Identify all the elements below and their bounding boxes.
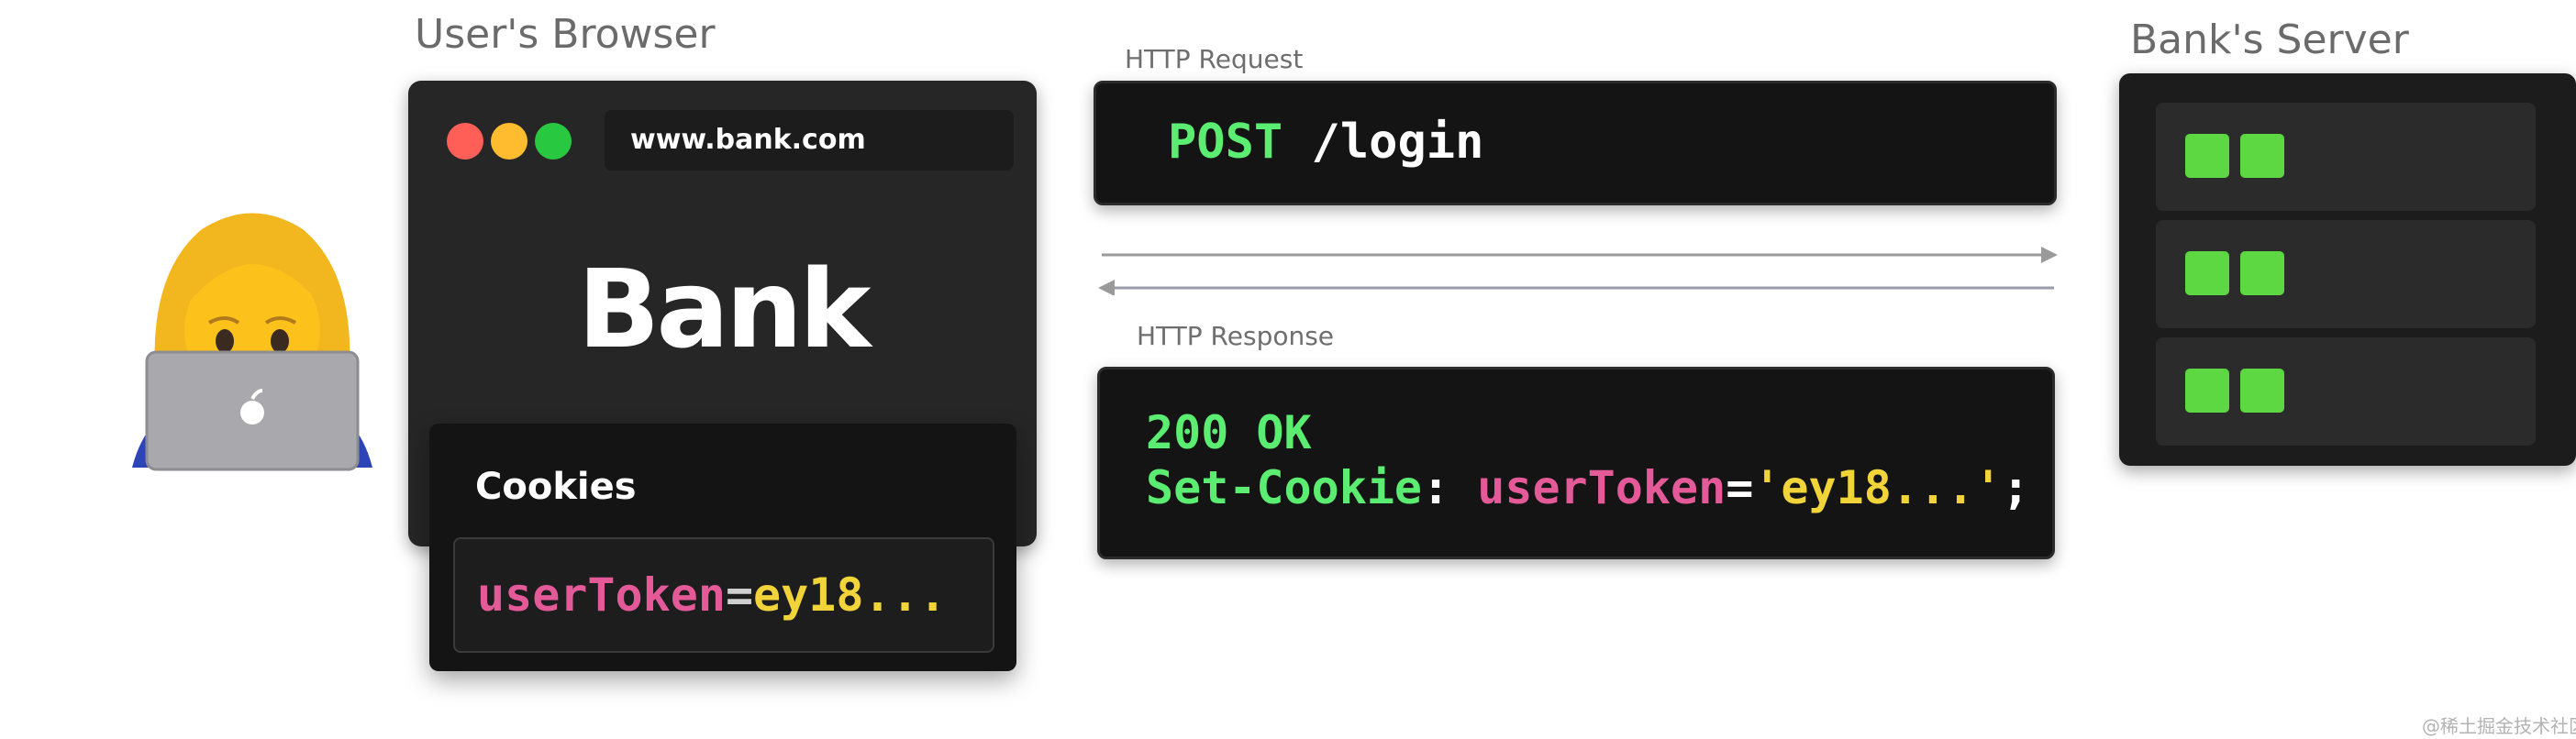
- cookies-panel: Cookies userToken=ey18...: [429, 424, 1016, 671]
- http-response-label: HTTP Response: [1137, 321, 1335, 351]
- cookie-entry: userToken=ey18...: [453, 537, 994, 653]
- response-arrowhead: [1098, 280, 1115, 295]
- server-led: [2185, 369, 2229, 413]
- server-led: [2185, 134, 2229, 178]
- server-led: [2240, 251, 2284, 295]
- response-header-colon: :: [1422, 461, 1450, 514]
- request-response-arrows: [1098, 247, 2058, 295]
- http-request-label: HTTP Request: [1125, 44, 1304, 74]
- response-status: 200 OK: [1146, 406, 1312, 459]
- cookie-value: ey18...: [753, 568, 947, 622]
- close-window-dot[interactable]: [447, 123, 483, 160]
- request-method: POST: [1168, 115, 1283, 170]
- request-arrowhead: [2041, 247, 2058, 263]
- server-rack: [2156, 220, 2536, 328]
- response-header-line: Set-Cookie: userToken='ey18...';: [1146, 461, 2029, 514]
- response-header-name: Set-Cookie: [1146, 461, 1423, 514]
- browser-title: User's Browser: [415, 11, 716, 58]
- server-led: [2240, 369, 2284, 413]
- watermark: @稀土掘金技术社区: [2422, 715, 2576, 737]
- maximize-window-dot[interactable]: [535, 123, 572, 160]
- response-cookie-key: userToken: [1477, 461, 1727, 514]
- woman-technologist-icon: [132, 213, 372, 471]
- server-led: [2240, 134, 2284, 178]
- server-led: [2185, 251, 2229, 295]
- cookie-text: userToken=ey18...: [477, 568, 947, 622]
- server-rack: [2156, 103, 2536, 211]
- bank-logo: Bank: [577, 246, 871, 372]
- server-title: Bank's Server: [2130, 17, 2409, 63]
- minimize-window-dot[interactable]: [491, 123, 527, 160]
- request-path: /login: [1311, 115, 1484, 170]
- http-request-box: POST /login: [1094, 81, 2057, 205]
- server-rack: [2156, 337, 2536, 446]
- cookies-title: Cookies: [475, 466, 637, 508]
- response-semicolon: ;: [2002, 461, 2030, 514]
- address-bar[interactable]: www.bank.com: [605, 110, 1014, 171]
- bank-server: [2119, 73, 2576, 466]
- http-response-box: 200 OK Set-Cookie: userToken='ey18...';: [1097, 367, 2055, 559]
- cookie-equals: =: [725, 568, 754, 622]
- cookie-key: userToken: [477, 568, 726, 622]
- response-equals: =: [1726, 461, 1754, 514]
- response-cookie-value: 'ey18...': [1753, 461, 2003, 514]
- request-line: POST /login: [1168, 115, 1483, 170]
